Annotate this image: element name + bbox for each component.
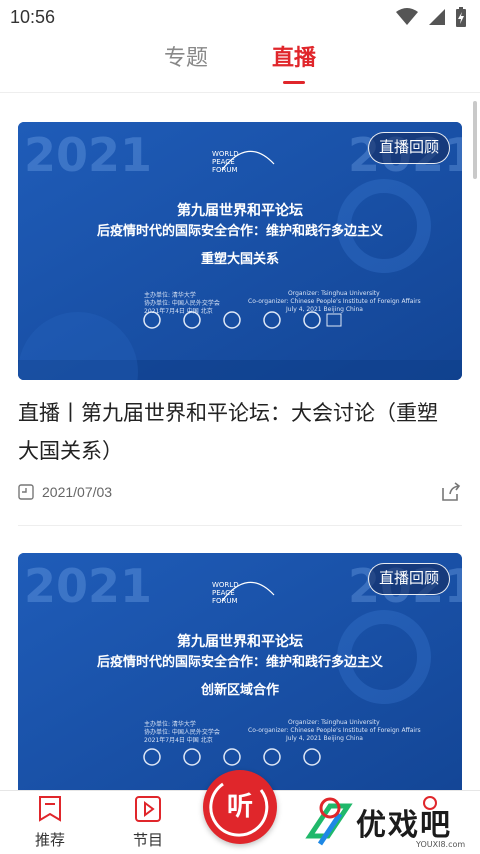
poster-subtitle: 后疫情时代的国际安全合作：维护和践行多边主义: [96, 655, 383, 670]
status-time: 10:56: [10, 6, 56, 27]
poster-subtitle: 后疫情时代的国际安全合作：维护和践行多边主义: [96, 224, 383, 239]
live-card[interactable]: 2021 2021 WORLD PEACE FORUM 第九届世界和平论坛 后疫…: [18, 122, 462, 504]
scrollbar[interactable]: [473, 101, 477, 179]
listen-button[interactable]: 听: [203, 770, 277, 844]
live-feed[interactable]: 2021 2021 WORLD PEACE FORUM 第九届世界和平论坛 后疫…: [0, 92, 480, 790]
forum-logo: WORLD PEACE FORUM: [212, 150, 275, 174]
tab-topics[interactable]: 专题: [164, 34, 208, 90]
calendar-icon: [18, 484, 34, 500]
card-meta: 2021/07/03: [18, 480, 462, 504]
top-tabs: 专题 直播: [0, 34, 480, 90]
logo-arc-icon: [221, 150, 275, 171]
share-icon[interactable]: [440, 481, 462, 503]
card-thumbnail[interactable]: 2021 2021 WORLD PEACE FORUM 第九届世界和平论坛 后疫…: [18, 553, 462, 790]
poster-organizer-en: Organizer: Tsinghua University: [288, 290, 380, 297]
status-icons: [396, 7, 466, 27]
poster-date-cn: 2021年7月4日 中国 北京: [144, 737, 213, 744]
partner-logos: [143, 748, 321, 766]
poster-title: 第九届世界和平论坛: [177, 634, 303, 650]
watermark-url: YOUXI8.com: [416, 840, 466, 849]
status-bar: 10:56: [0, 0, 480, 34]
signal-icon: [429, 9, 445, 25]
poster-coorganizer-en: Co-organizer: Chinese People's Institute…: [248, 298, 421, 305]
poster-year: 2021: [24, 559, 153, 613]
listen-ring-icon: [209, 782, 269, 837]
poster-coorganizer-en: Co-organizer: Chinese People's Institute…: [248, 727, 421, 734]
card-divider: [18, 525, 462, 526]
battery-charging-icon: [456, 7, 466, 27]
poster-organizer-en: Organizer: Tsinghua University: [288, 719, 380, 726]
wifi-icon: [396, 8, 418, 25]
nav-programs-label: 节目: [132, 831, 163, 849]
poster-year: 2021: [24, 128, 153, 182]
bookmark-icon: [39, 796, 61, 822]
watermark-text: 优戏吧: [356, 808, 452, 843]
card-date: 2021/07/03: [42, 484, 113, 500]
watermark: 优戏吧 YOUXI8.com: [304, 796, 480, 854]
poster-session: 重塑大国关系: [200, 252, 279, 267]
replay-badge: 直播回顾: [367, 563, 450, 595]
logo-arc-icon: [221, 581, 275, 602]
poster-date-en: July 4, 2021 Beijing China: [286, 735, 363, 742]
nav-recommend[interactable]: 推荐: [20, 795, 80, 850]
live-card[interactable]: 2021 2021 WORLD PEACE FORUM 第九届世界和平论坛 后疫…: [18, 553, 462, 790]
tab-live[interactable]: 直播: [272, 34, 316, 90]
partner-logos: [143, 311, 342, 329]
card-title[interactable]: 直播丨第九届世界和平论坛：大会讨论（重塑大国关系）: [18, 394, 462, 470]
nav-recommend-label: 推荐: [34, 831, 65, 849]
watermark-logo-icon: [305, 797, 353, 846]
poster-session: 创新区域合作: [200, 683, 279, 698]
card-thumbnail[interactable]: 2021 2021 WORLD PEACE FORUM 第九届世界和平论坛 后疫…: [18, 122, 462, 380]
poster-title: 第九届世界和平论坛: [177, 203, 303, 219]
replay-badge: 直播回顾: [367, 132, 450, 164]
play-square-icon: [135, 796, 161, 822]
forum-logo: WORLD PEACE FORUM: [212, 581, 275, 605]
nav-programs[interactable]: 节目: [118, 795, 178, 850]
